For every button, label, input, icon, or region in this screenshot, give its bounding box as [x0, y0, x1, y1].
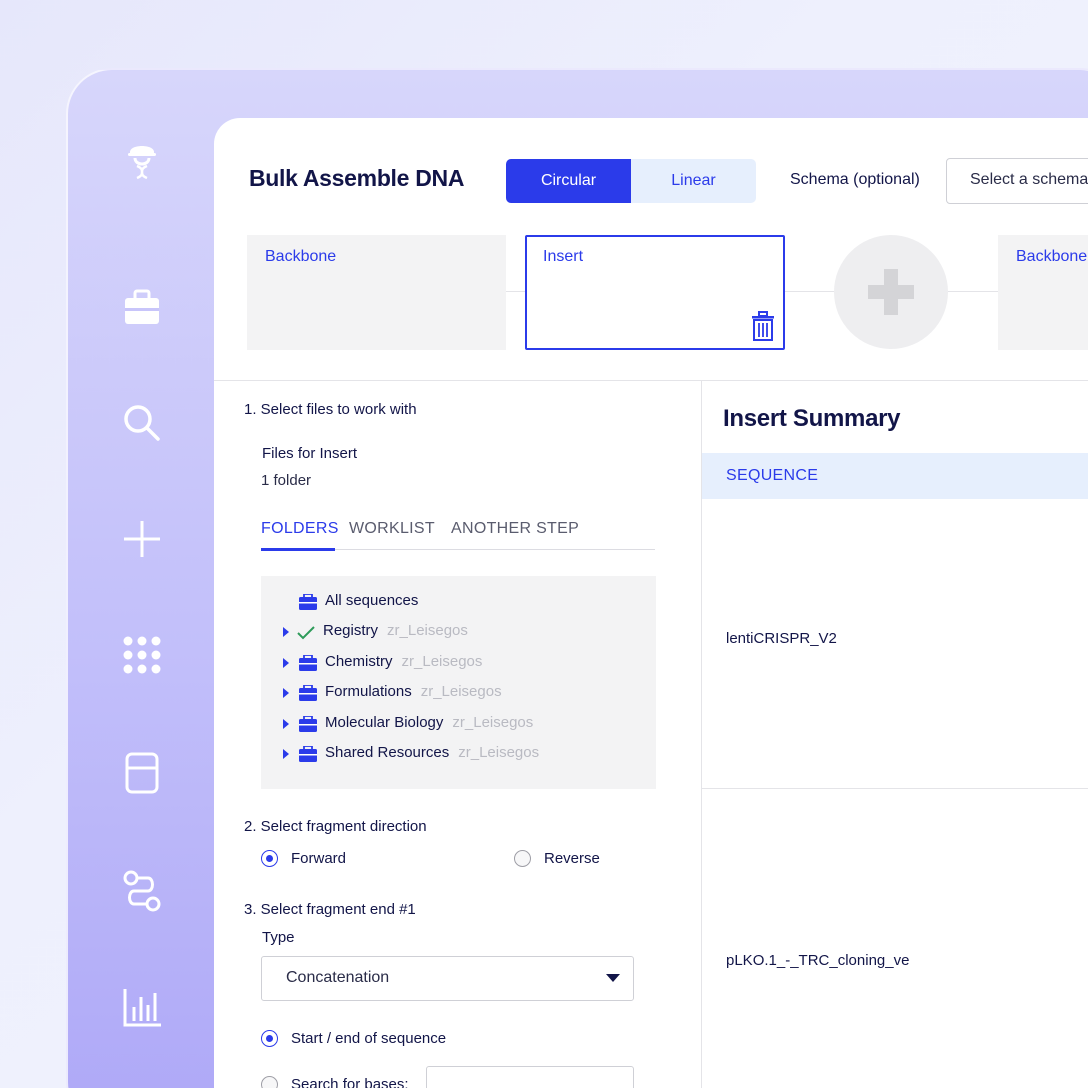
fragment-backbone-2[interactable]: Backbone — [998, 235, 1088, 350]
circular-option[interactable]: Circular — [506, 159, 631, 203]
add-fragment-button[interactable] — [834, 235, 948, 349]
type-select-value: Concatenation — [286, 969, 390, 986]
tree-root-label: All sequences — [325, 592, 419, 609]
search-icon[interactable] — [118, 399, 166, 447]
tree-item-label: Shared Resources — [325, 743, 450, 761]
start-end-label: Start / end of sequence — [291, 1030, 447, 1047]
briefcase-icon — [299, 654, 317, 671]
sequence-name[interactable]: pLKO.1_-_TRC_cloning_ve — [726, 952, 909, 969]
expand-arrow-icon[interactable] — [283, 657, 289, 668]
fragment-insert[interactable]: Insert — [525, 235, 785, 350]
linear-option[interactable]: Linear — [631, 159, 756, 203]
type-select[interactable]: Concatenation — [261, 956, 634, 1001]
tree-item-molecular-biology[interactable]: Molecular Biology zr_Leisegos — [261, 710, 656, 740]
search-bases-input[interactable] — [426, 1066, 634, 1088]
step-1-title: 1. Select files to work with — [244, 401, 417, 418]
tree-root[interactable]: All sequences — [261, 588, 656, 618]
tree-item-chemistry[interactable]: Chemistry zr_Leisegos — [261, 649, 656, 679]
forward-radio[interactable] — [261, 850, 278, 867]
files-label: Files for Insert — [262, 445, 358, 462]
apps-grid-icon[interactable] — [118, 631, 166, 679]
expand-arrow-icon[interactable] — [283, 627, 289, 638]
step-2-title: 2. Select fragment direction — [244, 818, 427, 835]
tree-item-label: Chemistry — [325, 652, 393, 670]
briefcase-icon — [299, 715, 317, 732]
tree-item-owner: zr_Leisegos — [452, 713, 534, 731]
briefcase-icon[interactable] — [118, 283, 166, 331]
folder-tree: All sequences Registry zr_Leisegos Chemis… — [261, 576, 656, 789]
fragment-label: Backbone — [1016, 248, 1088, 265]
schema-label: Schema (optional) — [790, 171, 920, 188]
expand-arrow-icon[interactable] — [283, 718, 289, 729]
tree-item-owner: zr_Leisegos — [420, 683, 502, 701]
workflow-icon[interactable] — [118, 867, 166, 915]
tree-item-owner: zr_Leisegos — [387, 622, 468, 640]
topology-toggle: Circular Linear — [506, 159, 756, 203]
fragment-backbone-1[interactable]: Backbone — [247, 235, 506, 350]
layout-icon[interactable] — [118, 749, 166, 797]
sidebar — [68, 70, 216, 1088]
step-3-title: 3. Select fragment end #1 — [244, 901, 416, 918]
assemble-panel: Bulk Assemble DNA Circular Linear Schema… — [214, 118, 1088, 1088]
row-divider — [702, 788, 1088, 789]
active-tab-indicator — [261, 548, 335, 551]
reverse-radio[interactable] — [514, 850, 531, 867]
search-bases-radio[interactable] — [261, 1076, 278, 1088]
schema-select[interactable]: Select a schema — [946, 158, 1088, 204]
tab-folders[interactable]: FOLDERS — [261, 520, 339, 538]
tree-item-label: Molecular Biology — [325, 713, 444, 731]
files-value: 1 folder — [261, 472, 312, 489]
briefcase-icon — [299, 745, 317, 762]
reverse-label: Reverse — [544, 850, 600, 867]
expand-arrow-icon[interactable] — [283, 748, 289, 759]
check-icon — [297, 626, 315, 640]
search-bases-label: Search for bases: — [291, 1076, 409, 1088]
briefcase-icon — [299, 685, 317, 702]
sequence-name[interactable]: lentiCRISPR_V2 — [726, 630, 837, 647]
type-label: Type — [262, 929, 295, 946]
summary-title: Insert Summary — [723, 405, 901, 432]
tab-worklist[interactable]: WORKLIST — [349, 520, 435, 538]
caret-down-icon — [606, 974, 620, 982]
sequence-column-header: SEQUENCE — [702, 453, 1088, 499]
bar-chart-icon[interactable] — [118, 983, 166, 1031]
divider — [214, 380, 1088, 381]
expand-arrow-icon[interactable] — [283, 688, 289, 699]
start-end-radio[interactable] — [261, 1030, 278, 1047]
tree-item-owner: zr_Leisegos — [458, 743, 540, 761]
scientist-icon[interactable] — [118, 134, 166, 182]
tree-item-formulations[interactable]: Formulations zr_Leisegos — [261, 679, 656, 709]
forward-label: Forward — [291, 850, 347, 867]
tree-item-label: Formulations — [325, 683, 412, 701]
fragment-label: Backbone — [265, 248, 337, 265]
briefcase-icon — [299, 594, 317, 610]
tree-item-registry[interactable]: Registry zr_Leisegos — [261, 618, 656, 648]
tree-item-owner: zr_Leisegos — [401, 652, 483, 670]
tree-item-label: Registry — [323, 622, 379, 640]
page-title: Bulk Assemble DNA — [249, 165, 465, 191]
tab-another-step[interactable]: ANOTHER STEP — [451, 520, 579, 538]
fragment-label: Insert — [543, 248, 584, 265]
tree-item-shared-resources[interactable]: Shared Resources zr_Leisegos — [261, 740, 656, 770]
file-tabs: FOLDERS WORKLIST ANOTHER STEP — [261, 520, 655, 551]
plus-icon[interactable] — [118, 515, 166, 563]
trash-icon[interactable] — [751, 311, 775, 341]
